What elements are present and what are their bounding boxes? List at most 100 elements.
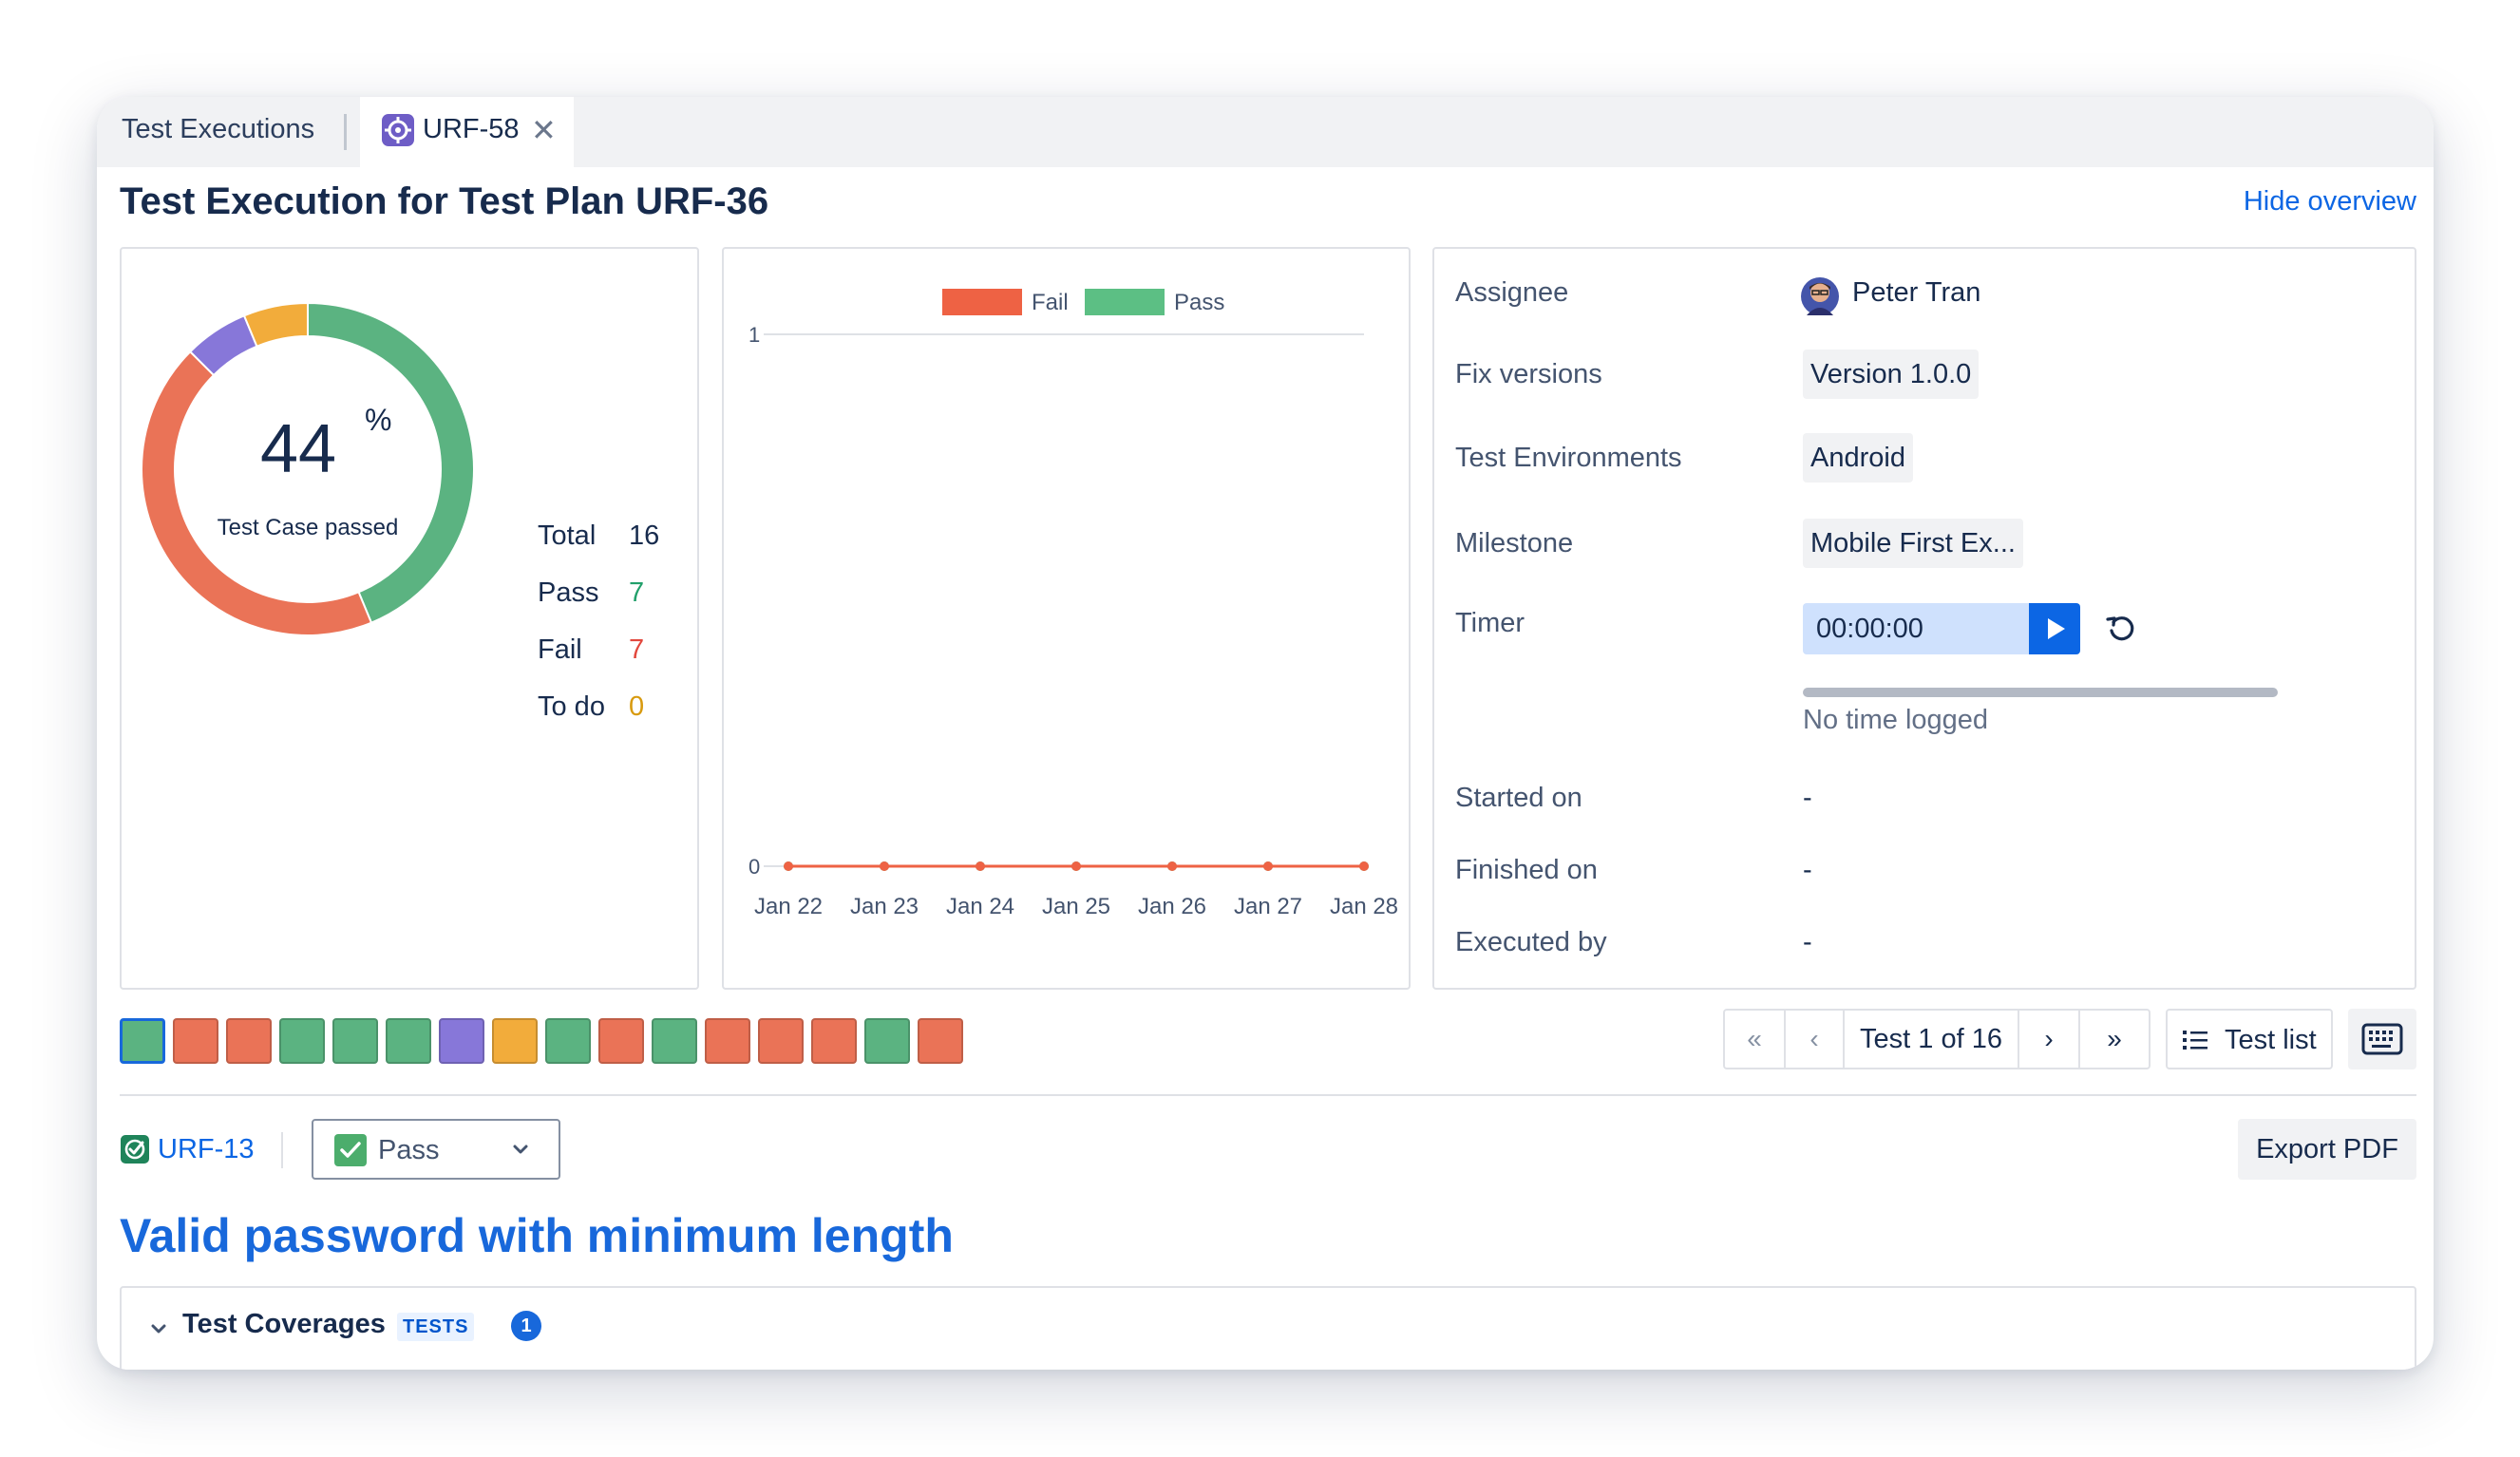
stat-todo-label: To do: [538, 691, 605, 722]
test-status-square-fail[interactable]: [811, 1018, 857, 1064]
test-list-button[interactable]: Test list: [2166, 1009, 2333, 1069]
timer-display[interactable]: 00:00:00: [1803, 603, 2029, 654]
data-point-fail[interactable]: [1167, 861, 1177, 871]
tab-urf-58[interactable]: URF-58 ✕: [360, 97, 574, 167]
timer-label: Timer: [1455, 608, 1525, 638]
test-key-link[interactable]: URF-13: [158, 1134, 255, 1165]
stat-todo-value: 0: [629, 691, 645, 722]
execution-trend-chart: Fail Pass 1 0 Jan 22 Jan 23 Jan 24 Jan 25 Jan 26…: [748, 289, 1398, 919]
test-case-title[interactable]: Valid password with minimum length: [120, 1208, 954, 1263]
vertical-divider: [281, 1132, 283, 1168]
keyboard-icon: [2361, 1023, 2403, 1055]
test-status-square-pass[interactable]: [545, 1018, 591, 1064]
percent-sign: %: [365, 403, 392, 437]
x-tick-label: Jan 23: [850, 894, 919, 919]
test-execution-icon: [382, 114, 414, 146]
stat-total-label: Total: [538, 520, 597, 551]
previous-test-button[interactable]: ‹: [1786, 1011, 1845, 1068]
test-execution-window: Test Executions URF-58 ✕ Test Execution …: [97, 97, 2434, 1370]
assignee-avatar: [1801, 277, 1839, 315]
test-status-square-fail[interactable]: [226, 1018, 272, 1064]
test-status-square-pass[interactable]: [279, 1018, 325, 1064]
test-status-square-pass[interactable]: [386, 1018, 431, 1064]
data-point-fail[interactable]: [1359, 861, 1369, 871]
coverage-type-tag: TESTS: [397, 1313, 475, 1341]
started-on-label: Started on: [1455, 783, 1582, 813]
test-status-dropdown[interactable]: Pass: [312, 1119, 560, 1180]
hide-overview-link[interactable]: Hide overview: [2244, 186, 2416, 218]
finished-on-value: -: [1803, 855, 1812, 885]
play-icon: [2048, 618, 2065, 639]
legend-label-pass: Pass: [1174, 290, 1224, 315]
tab-label: URF-58: [423, 114, 520, 144]
percentage-caption: Test Case passed: [217, 515, 399, 540]
test-position-indicator: Test 1 of 16: [1845, 1011, 2019, 1068]
page-title: Test Execution for Test Plan URF-36: [120, 180, 769, 222]
legend-swatch-fail: [942, 289, 1022, 315]
fix-version-lozenge[interactable]: Version 1.0.0: [1803, 350, 1980, 399]
y-tick-label: 0: [748, 855, 760, 879]
x-tick-label: Jan 25: [1042, 894, 1110, 919]
data-point-fail[interactable]: [1071, 861, 1081, 871]
test-status-square-fail[interactable]: [918, 1018, 963, 1064]
x-tick-label: Jan 24: [946, 894, 1014, 919]
test-status-square-fail[interactable]: [173, 1018, 218, 1064]
coverage-title[interactable]: Test Coverages: [182, 1309, 386, 1340]
test-status-square-pass[interactable]: [120, 1018, 165, 1064]
test-navigation: « ‹ Test 1 of 16 › »: [1723, 1009, 2151, 1069]
stat-pass-label: Pass: [538, 577, 599, 608]
tab-divider: [344, 114, 347, 150]
tab-bar: Test Executions URF-58 ✕: [97, 97, 2434, 167]
x-tick-label: Jan 22: [754, 894, 823, 919]
pass-percentage: 44: [260, 411, 337, 487]
fix-versions-label: Fix versions: [1455, 359, 1602, 389]
milestone-lozenge[interactable]: Mobile First Ex...: [1803, 519, 2023, 568]
data-point-fail[interactable]: [880, 861, 889, 871]
collapse-chevron-icon[interactable]: [148, 1318, 169, 1339]
data-point-fail[interactable]: [976, 861, 985, 871]
test-status-square-fail[interactable]: [598, 1018, 644, 1064]
test-status-square-pass[interactable]: [864, 1018, 910, 1064]
stat-total-value: 16: [629, 520, 660, 551]
test-list-label: Test list: [2225, 1025, 2317, 1055]
no-time-logged-text: No time logged: [1803, 705, 1989, 735]
test-issue-icon: [121, 1135, 149, 1164]
test-status-square-fail[interactable]: [705, 1018, 750, 1064]
list-icon: [2183, 1031, 2207, 1050]
test-status-square-pass[interactable]: [652, 1018, 697, 1064]
time-logged-progress-bar: [1803, 688, 2278, 697]
x-tick-label: Jan 26: [1138, 894, 1206, 919]
test-status-square-fail[interactable]: [758, 1018, 804, 1064]
stat-pass-value: 7: [629, 577, 645, 608]
stat-fail-value: 7: [629, 634, 645, 665]
pass-check-icon: [334, 1134, 367, 1166]
assignee-label: Assignee: [1455, 277, 1569, 308]
export-pdf-button[interactable]: Export PDF: [2238, 1119, 2416, 1180]
legend-label-fail: Fail: [1032, 290, 1069, 315]
section-divider: [120, 1094, 2416, 1096]
executed-by-label: Executed by: [1455, 927, 1607, 957]
next-test-button[interactable]: ›: [2019, 1011, 2080, 1068]
donut-segment-other: [242, 301, 309, 348]
data-point-fail[interactable]: [784, 861, 793, 871]
tab-test-executions[interactable]: Test Executions: [122, 114, 314, 145]
keyboard-shortcuts-button[interactable]: [2348, 1009, 2416, 1069]
finished-on-label: Finished on: [1455, 855, 1598, 885]
data-point-fail[interactable]: [1263, 861, 1273, 871]
chevron-down-icon: [513, 1145, 528, 1154]
test-status-square-pass[interactable]: [332, 1018, 378, 1064]
environments-label: Test Environments: [1455, 443, 1682, 473]
status-value: Pass: [378, 1135, 440, 1165]
reset-timer-icon[interactable]: [2103, 610, 2141, 648]
test-status-square-blocked[interactable]: [439, 1018, 484, 1064]
assignee-name[interactable]: Peter Tran: [1852, 277, 1980, 309]
first-test-button[interactable]: «: [1725, 1011, 1786, 1068]
close-tab-icon[interactable]: ✕: [531, 112, 557, 148]
environment-lozenge[interactable]: Android: [1803, 433, 1913, 483]
test-status-square-todo[interactable]: [492, 1018, 538, 1064]
timer-play-button[interactable]: [2029, 603, 2080, 654]
last-test-button[interactable]: »: [2080, 1011, 2149, 1068]
stat-fail-label: Fail: [538, 634, 582, 665]
y-tick-label: 1: [748, 323, 760, 347]
milestone-label: Milestone: [1455, 528, 1574, 558]
